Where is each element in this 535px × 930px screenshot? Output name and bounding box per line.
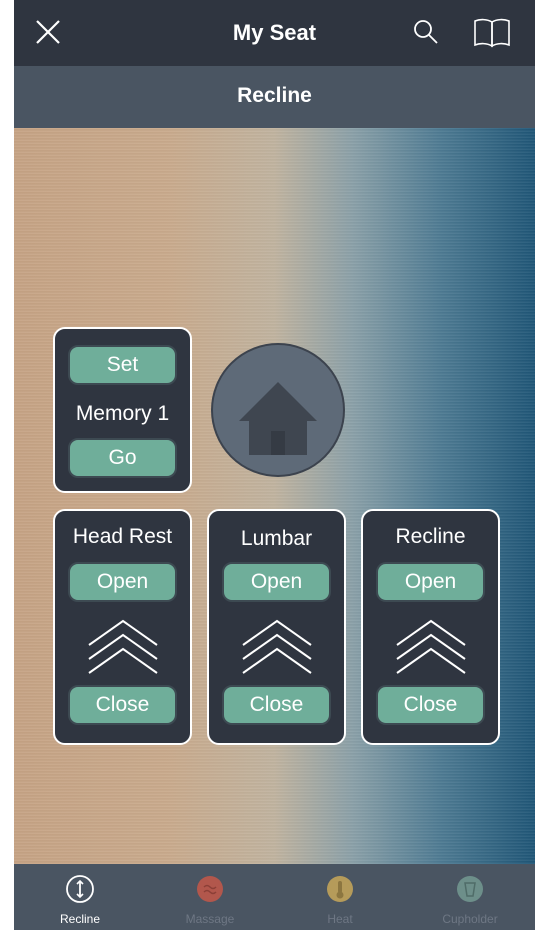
head-rest-card: Head Rest Open Close: [53, 509, 192, 745]
tab-heat[interactable]: Heat: [280, 864, 400, 930]
lumbar-title: Lumbar: [240, 527, 313, 550]
search-icon[interactable]: [412, 18, 440, 46]
lumbar-open-button[interactable]: Open: [222, 562, 331, 602]
memory-set-button[interactable]: Set: [68, 345, 177, 385]
tab-label: Heat: [327, 912, 353, 926]
memory-go-button[interactable]: Go: [68, 438, 177, 478]
lumbar-close-button[interactable]: Close: [222, 685, 331, 725]
app-frame: My Seat Recline Set Memory 1 Go Head Res…: [14, 0, 535, 930]
tab-label: Cupholder: [442, 912, 498, 926]
recline-open-button[interactable]: Open: [376, 562, 485, 602]
home-button[interactable]: [211, 343, 345, 477]
recline-close-button[interactable]: Close: [376, 685, 485, 725]
memory-label: Memory 1: [75, 402, 170, 425]
lumbar-card: Lumbar Open Close: [207, 509, 346, 745]
chevrons-up-icon: [88, 619, 158, 674]
chevrons-up-icon: [242, 619, 312, 674]
heat-icon: [327, 876, 353, 902]
recline-title: Recline: [395, 525, 466, 548]
recline-icon: [66, 875, 94, 903]
navigation-bar: My Seat: [14, 0, 535, 66]
content-background: [14, 128, 535, 864]
chevrons-up-icon: [396, 619, 466, 674]
head-rest-close-button[interactable]: Close: [68, 685, 177, 725]
tab-recline[interactable]: Recline: [20, 864, 140, 930]
house-icon: [239, 382, 317, 455]
cupholder-icon: [457, 876, 483, 902]
page-title: My Seat: [232, 20, 317, 45]
head-rest-title: Head Rest: [72, 525, 173, 548]
recline-card: Recline Open Close: [361, 509, 500, 745]
book-icon[interactable]: [472, 16, 512, 48]
tab-label: Massage: [185, 912, 235, 926]
massage-icon: [197, 876, 223, 902]
tab-bar: Recline Massage Heat Cupholder: [14, 864, 535, 930]
tab-label: Recline: [59, 912, 101, 926]
section-header: Recline: [14, 66, 535, 128]
tab-cupholder[interactable]: Cupholder: [410, 864, 530, 930]
tab-massage[interactable]: Massage: [150, 864, 270, 930]
memory-card: Set Memory 1 Go: [53, 327, 192, 493]
head-rest-open-button[interactable]: Open: [68, 562, 177, 602]
section-title: Recline: [237, 84, 312, 107]
